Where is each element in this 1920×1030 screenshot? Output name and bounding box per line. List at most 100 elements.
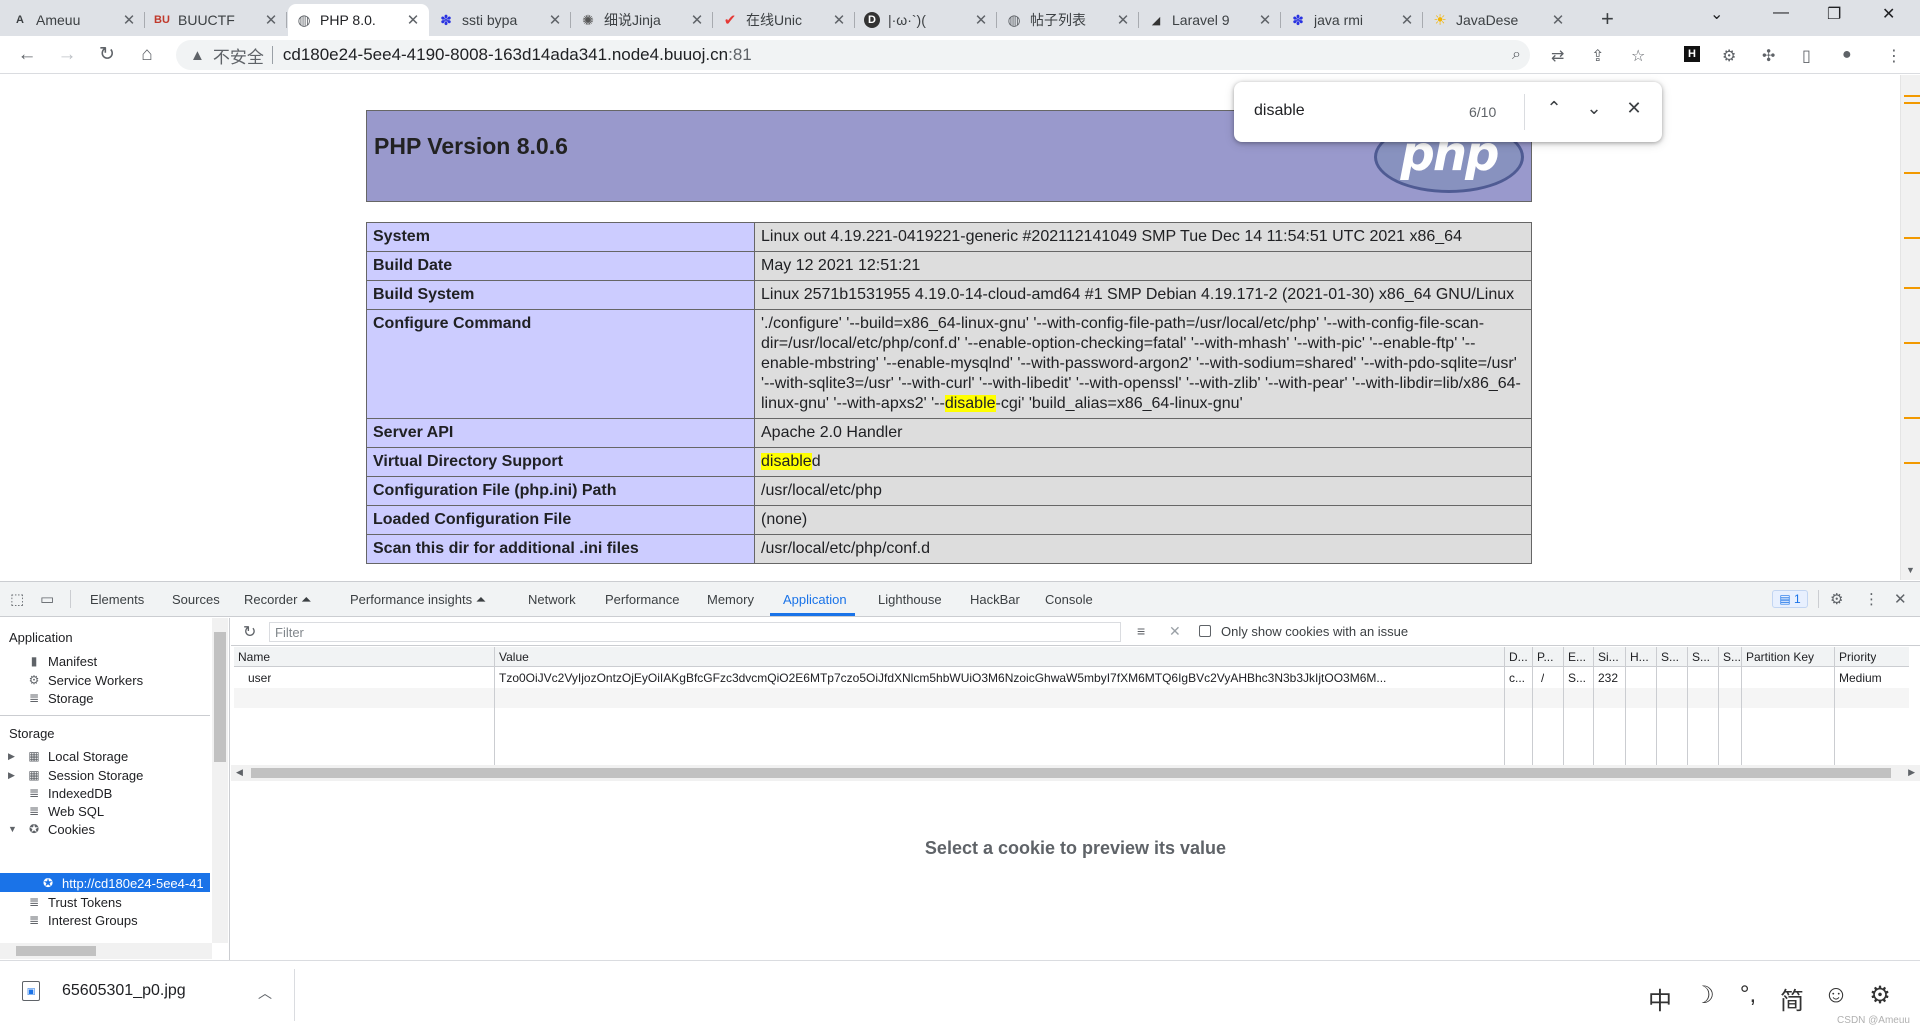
- sidebar-horizontal-scrollbar[interactable]: [0, 943, 212, 959]
- close-find-icon[interactable]: ✕: [1622, 98, 1646, 119]
- tab-lighthouse[interactable]: Lighthouse: [878, 592, 942, 607]
- home-button[interactable]: ⌂: [134, 42, 160, 68]
- cookie-domain[interactable]: c...: [1509, 671, 1525, 685]
- menu-kebab-icon[interactable]: ⋮: [1886, 46, 1902, 66]
- forward-button[interactable]: →: [54, 42, 80, 68]
- sidebar-item-interest-groups[interactable]: ≣ Interest Groups: [26, 911, 138, 929]
- close-tab-icon[interactable]: ✕: [973, 11, 989, 29]
- profile-avatar-icon[interactable]: ●: [1842, 46, 1852, 64]
- download-options-chevron-icon[interactable]: ︿: [258, 983, 272, 1003]
- tab-console[interactable]: Console: [1045, 592, 1093, 607]
- sidebar-item-web-sql[interactable]: ≣ Web SQL: [26, 802, 104, 820]
- close-tab-icon[interactable]: ✕: [121, 11, 137, 29]
- column-header-name[interactable]: Name: [238, 650, 270, 664]
- inspect-element-icon[interactable]: ⬚: [10, 590, 24, 608]
- find-in-page-icon[interactable]: ⌕: [1512, 46, 1521, 64]
- ime-settings-icon[interactable]: ⚙: [1867, 981, 1893, 1016]
- cookie-priority[interactable]: Medium: [1839, 671, 1882, 685]
- browser-tab[interactable]: ☀ JavaDese ✕: [1424, 4, 1574, 36]
- find-input[interactable]: disable: [1254, 102, 1305, 120]
- close-tab-icon[interactable]: ✕: [1399, 11, 1415, 29]
- extension-gear-icon[interactable]: ⚙: [1722, 46, 1736, 66]
- browser-tab-active[interactable]: ◍ PHP 8.0. ✕: [288, 4, 429, 36]
- column-header-value[interactable]: Value: [499, 650, 529, 664]
- browser-tab[interactable]: ◍ 帖子列表 ✕: [998, 4, 1139, 36]
- download-item[interactable]: ▣ 65605301_p0.jpg: [22, 981, 186, 1001]
- sidebar-item-cookie-origin[interactable]: ✪ http://cd180e24-5ee4-41: [40, 874, 204, 892]
- column-header-expires[interactable]: E...: [1568, 650, 1586, 664]
- column-header-sameparty[interactable]: S...: [1723, 650, 1741, 664]
- new-tab-button[interactable]: +: [1601, 6, 1614, 32]
- sidebar-item-trust-tokens[interactable]: ≣ Trust Tokens: [26, 893, 122, 911]
- close-window-button[interactable]: ✕: [1882, 4, 1895, 24]
- browser-tab[interactable]: D |·ω·`)( ✕: [856, 4, 997, 36]
- sidebar-item-storage[interactable]: ≣ Storage: [26, 689, 94, 707]
- collapse-arrow-icon[interactable]: ▼: [8, 824, 17, 834]
- close-tab-icon[interactable]: ✕: [1550, 11, 1566, 29]
- cookie-expires[interactable]: S...: [1568, 671, 1586, 685]
- sidebar-item-service-workers[interactable]: ⚙ Service Workers: [26, 671, 144, 689]
- scroll-down-arrow-icon[interactable]: ▼: [1906, 565, 1915, 575]
- close-tab-icon[interactable]: ✕: [1115, 11, 1131, 29]
- column-header-domain[interactable]: D...: [1509, 650, 1528, 664]
- browser-tab[interactable]: BU BUUCTF ✕: [146, 4, 287, 36]
- tab-elements[interactable]: Elements: [90, 592, 144, 607]
- sidebar-item-session-storage[interactable]: ▶ ▦ Session Storage: [8, 766, 143, 784]
- table-horizontal-scrollbar[interactable]: ◀ ▶: [231, 765, 1920, 781]
- column-header-partition-key[interactable]: Partition Key: [1746, 650, 1814, 664]
- close-devtools-icon[interactable]: ✕: [1894, 590, 1907, 608]
- issues-badge[interactable]: ▤ 1: [1772, 590, 1808, 608]
- ime-emoji-icon[interactable]: ☺: [1823, 981, 1849, 1016]
- expand-arrow-icon[interactable]: ▶: [8, 770, 15, 781]
- warning-icon[interactable]: ▲: [190, 47, 205, 64]
- column-header-size[interactable]: Si...: [1598, 650, 1619, 664]
- close-tab-icon[interactable]: ✕: [1257, 11, 1273, 29]
- refresh-icon[interactable]: ↻: [243, 622, 256, 642]
- devtools-menu-icon[interactable]: ⋮: [1864, 590, 1879, 608]
- tab-application[interactable]: Application: [783, 592, 847, 607]
- tab-recorder[interactable]: Recorder ⏶: [244, 592, 311, 608]
- browser-tab[interactable]: A Ameuu ✕: [4, 4, 145, 36]
- column-header-samesite[interactable]: S...: [1692, 650, 1710, 664]
- share-icon[interactable]: ⇪: [1591, 46, 1604, 66]
- browser-tab[interactable]: ✽ ssti bypa ✕: [430, 4, 571, 36]
- side-panel-icon[interactable]: ▯: [1802, 46, 1811, 66]
- expand-arrow-icon[interactable]: ▶: [8, 751, 15, 762]
- cookie-value[interactable]: Tzo0OiJVc2VyIjozOntzOjEyOiIAKgBfcGFzc3dv…: [499, 671, 1499, 685]
- scroll-left-arrow-icon[interactable]: ◀: [236, 767, 243, 778]
- sidebar-item-cookies[interactable]: ▼ ✪ Cookies: [8, 820, 95, 838]
- download-filename[interactable]: 65605301_p0.jpg: [62, 982, 186, 1000]
- close-tab-icon[interactable]: ✕: [405, 11, 421, 29]
- column-header-secure[interactable]: S...: [1661, 650, 1679, 664]
- find-previous-icon[interactable]: ⌃: [1542, 98, 1566, 119]
- browser-tab[interactable]: ✺ 细说Jinja ✕: [572, 4, 713, 36]
- browser-tab[interactable]: ✽ java rmi ✕: [1282, 4, 1423, 36]
- tab-sources[interactable]: Sources: [172, 592, 220, 607]
- delete-selected-icon[interactable]: ✕: [1169, 623, 1181, 640]
- bookmark-star-icon[interactable]: ☆: [1631, 46, 1645, 66]
- close-tab-icon[interactable]: ✕: [689, 11, 705, 29]
- sidebar-item-local-storage[interactable]: ▶ ▦ Local Storage: [8, 747, 128, 765]
- sidebar-item-manifest[interactable]: ▮ Manifest: [26, 652, 97, 670]
- close-tab-icon[interactable]: ✕: [547, 11, 563, 29]
- extensions-puzzle-icon[interactable]: ✣: [1762, 46, 1775, 66]
- clear-filtered-cookies-icon[interactable]: ≡: [1137, 623, 1145, 639]
- reload-button[interactable]: ↻: [94, 42, 120, 68]
- browser-tab[interactable]: ◢ Laravel 9 ✕: [1140, 4, 1281, 36]
- close-tab-icon[interactable]: ✕: [263, 11, 279, 29]
- column-header-priority[interactable]: Priority: [1839, 650, 1876, 664]
- tab-performance[interactable]: Performance: [605, 592, 679, 607]
- ime-chinese-mode-icon[interactable]: 中: [1647, 981, 1673, 1016]
- cookie-size[interactable]: 232: [1598, 671, 1618, 685]
- back-button[interactable]: ←: [14, 42, 40, 68]
- tab-hackbar[interactable]: HackBar: [970, 592, 1020, 607]
- only-issues-checkbox[interactable]: [1199, 625, 1211, 637]
- tab-network[interactable]: Network: [528, 592, 576, 607]
- translate-icon[interactable]: ⇄: [1551, 46, 1564, 66]
- tab-memory[interactable]: Memory: [707, 592, 754, 607]
- hackbar-extension-icon[interactable]: H: [1684, 46, 1700, 62]
- address-bar[interactable]: ▲ 不安全 cd180e24-5ee4-4190-8008-163d14ada3…: [176, 40, 1530, 70]
- browser-tab[interactable]: ✔ 在线Unic ✕: [714, 4, 855, 36]
- find-next-icon[interactable]: ⌄: [1582, 98, 1606, 119]
- sidebar-vertical-scrollbar[interactable]: [212, 618, 228, 943]
